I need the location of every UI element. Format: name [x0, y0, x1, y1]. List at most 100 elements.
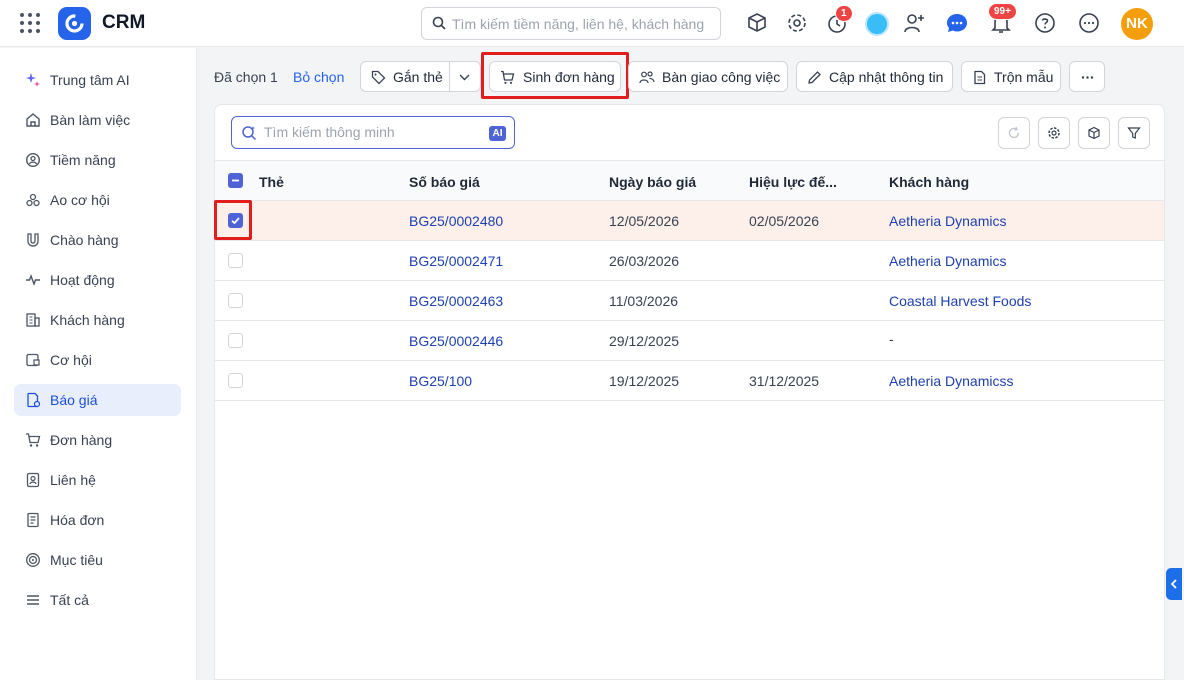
lead-icon [25, 152, 41, 168]
row-checkbox[interactable] [228, 373, 243, 388]
quote-date: 19/12/2025 [609, 373, 680, 389]
ai-search-icon [242, 126, 257, 141]
invoice-icon [27, 512, 39, 528]
valid-until: 31/12/2025 [749, 373, 820, 389]
more-icon[interactable] [1077, 11, 1101, 35]
row-checkbox[interactable] [228, 253, 243, 268]
quote-icon [27, 392, 41, 408]
column-header-tag[interactable]: Thẻ [259, 174, 284, 190]
sidebar-item-opportunity-pool[interactable]: Ao cơ hội [14, 184, 181, 216]
sidebar-item-goals[interactable]: Mục tiêu [14, 544, 181, 576]
contact-icon [26, 472, 40, 488]
customer-link[interactable]: Aetheria Dynamicss [889, 373, 1014, 389]
sidebar-item-quotes[interactable]: Báo giá [14, 384, 181, 416]
quote-number-link[interactable]: BG25/0002463 [409, 293, 503, 309]
refresh-button[interactable] [998, 117, 1030, 149]
cube-button[interactable] [1078, 117, 1110, 149]
valid-until: 02/05/2026 [749, 213, 820, 229]
app-grid-icon[interactable] [20, 13, 40, 33]
crm-logo-icon[interactable] [58, 7, 91, 40]
customer-empty: - [889, 331, 894, 347]
timer-badge: 1 [835, 5, 853, 22]
timer-icon[interactable]: 1 [826, 5, 853, 35]
global-search[interactable] [421, 7, 721, 40]
update-info-button[interactable]: Cập nhật thông tin [796, 61, 953, 92]
tag-icon [371, 70, 386, 85]
sidebar-item-opportunities[interactable]: Cơ hội [14, 344, 181, 376]
user-avatar[interactable]: NK [1121, 8, 1153, 40]
customer-link[interactable]: Aetheria Dynamics [889, 253, 1007, 269]
handover-button[interactable]: Bàn giao công việc [628, 61, 788, 92]
quotes-table-panel: AI Thẻ Số báo giá Ngày báo giá Hiệu lực … [214, 104, 1165, 680]
row-checkbox[interactable] [228, 293, 243, 308]
sidebar-item-all[interactable]: Tất cả [14, 584, 181, 616]
tag-button[interactable]: Gắn thẻ [360, 61, 481, 92]
table-row[interactable]: BG25/0002446 29/12/2025 - [215, 321, 1164, 361]
sidebar-item-ai-center[interactable]: Trung tâm AI [14, 64, 181, 96]
button-divider [449, 62, 450, 91]
quote-date: 29/12/2025 [609, 333, 680, 349]
table-row[interactable]: BG25/0002463 11/03/2026 Coastal Harvest … [215, 281, 1164, 321]
refresh-icon [1008, 126, 1020, 139]
quote-number-link[interactable]: BG25/0002446 [409, 333, 503, 349]
column-header-customer[interactable]: Khách hàng [889, 174, 969, 190]
chevron-down-icon[interactable] [458, 72, 471, 82]
quote-number-link[interactable]: BG25/100 [409, 373, 472, 389]
smart-search[interactable]: AI [231, 116, 515, 149]
settings-gear-icon[interactable] [785, 11, 809, 35]
merge-template-button[interactable]: Trộn mẫu [961, 61, 1061, 92]
smart-search-input[interactable] [264, 124, 474, 140]
cube-icon [1088, 126, 1100, 140]
global-search-input[interactable] [452, 14, 712, 34]
sidebar-item-orders[interactable]: Đơn hàng [14, 424, 181, 456]
help-icon[interactable] [1033, 11, 1057, 35]
add-user-icon[interactable] [902, 11, 926, 35]
column-header-quote-date[interactable]: Ngày báo giá [609, 174, 696, 190]
sidebar-item-customers[interactable]: Khách hàng [14, 304, 181, 336]
sidebar: Trung tâm AI Bàn làm việc Tiềm năng Ao c… [0, 48, 197, 680]
row-checkbox[interactable] [228, 333, 243, 348]
assistant-avatar[interactable] [865, 12, 889, 36]
menu-icon [27, 595, 39, 605]
table-row[interactable]: BG25/0002471 26/03/2026 Aetheria Dynamic… [215, 241, 1164, 281]
app-name: CRM [102, 12, 146, 33]
sidebar-item-offers[interactable]: Chào hàng [14, 224, 181, 256]
activity-icon [26, 274, 40, 286]
table-row[interactable]: BG25/0002480 12/05/2026 02/05/2026 Aethe… [215, 201, 1164, 241]
ellipsis-icon [1081, 76, 1094, 79]
ai-badge: AI [489, 126, 506, 141]
quote-number-link[interactable]: BG25/0002471 [409, 253, 503, 269]
highlight-create-order [481, 52, 629, 99]
filter-icon [1127, 127, 1141, 139]
sidebar-item-invoices[interactable]: Hóa đơn [14, 504, 181, 536]
building-icon [26, 313, 40, 327]
quote-number-link[interactable]: BG25/0002480 [409, 213, 503, 229]
deselect-link[interactable]: Bỏ chọn [293, 69, 344, 85]
panel-collapse-tab[interactable] [1166, 568, 1182, 600]
box-search-icon[interactable] [745, 11, 769, 35]
search-icon [432, 16, 446, 30]
select-all-checkbox[interactable] [228, 173, 243, 188]
quote-date: 12/05/2026 [609, 213, 680, 229]
column-header-quote-number[interactable]: Số báo giá [409, 174, 480, 190]
customer-link[interactable]: Aetheria Dynamics [889, 213, 1007, 229]
sidebar-item-workspace[interactable]: Bàn làm việc [14, 104, 181, 136]
highlight-row-checkbox [214, 200, 252, 240]
opportunity-icon [26, 353, 40, 367]
sidebar-item-leads[interactable]: Tiềm năng [14, 144, 181, 176]
table-header: Thẻ Số báo giá Ngày báo giá Hiệu lực đế.… [215, 160, 1164, 201]
document-icon [974, 70, 986, 85]
filter-button[interactable] [1118, 117, 1150, 149]
column-header-valid-until[interactable]: Hiệu lực đế... [749, 174, 837, 190]
chat-icon[interactable] [945, 11, 969, 35]
bell-icon[interactable]: 99+ [988, 3, 1017, 35]
sidebar-item-activities[interactable]: Hoạt động [14, 264, 181, 296]
table-row[interactable]: BG25/100 19/12/2025 31/12/2025 Aetheria … [215, 361, 1164, 401]
quote-date: 11/03/2026 [609, 293, 679, 309]
sidebar-item-contacts[interactable]: Liên hệ [14, 464, 181, 496]
more-actions-button[interactable] [1069, 61, 1105, 92]
table-settings-button[interactable] [1038, 117, 1070, 149]
home-icon [26, 113, 40, 127]
customer-link[interactable]: Coastal Harvest Foods [889, 293, 1031, 309]
pencil-icon [808, 71, 821, 84]
